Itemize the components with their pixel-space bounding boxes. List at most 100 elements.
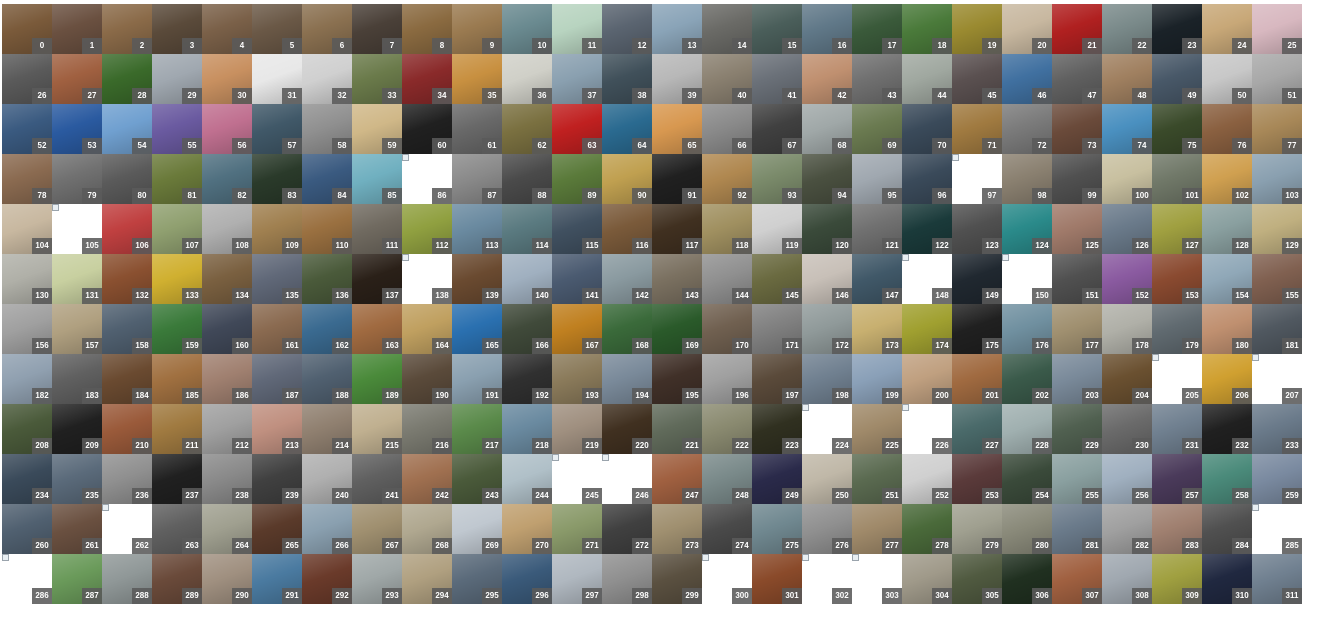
image-thumbnail[interactable]: 258 [1202, 454, 1252, 504]
image-thumbnail[interactable]: 6 [302, 4, 352, 54]
image-thumbnail[interactable]: 33 [352, 54, 402, 104]
broken-image-thumbnail[interactable]: 148 [902, 254, 952, 304]
image-thumbnail[interactable]: 261 [52, 504, 102, 554]
image-thumbnail[interactable]: 64 [602, 104, 652, 154]
image-thumbnail[interactable]: 192 [502, 354, 552, 404]
image-thumbnail[interactable]: 132 [102, 254, 152, 304]
image-thumbnail[interactable]: 106 [102, 204, 152, 254]
image-thumbnail[interactable]: 0 [2, 4, 52, 54]
image-thumbnail[interactable]: 307 [1052, 554, 1102, 604]
image-thumbnail[interactable]: 147 [852, 254, 902, 304]
image-thumbnail[interactable]: 230 [1102, 404, 1152, 454]
image-thumbnail[interactable]: 29 [152, 54, 202, 104]
image-thumbnail[interactable]: 250 [802, 454, 852, 504]
image-thumbnail[interactable]: 196 [702, 354, 752, 404]
image-thumbnail[interactable]: 20 [1002, 4, 1052, 54]
image-thumbnail[interactable]: 173 [852, 304, 902, 354]
image-thumbnail[interactable]: 282 [1102, 504, 1152, 554]
image-thumbnail[interactable]: 77 [1252, 104, 1302, 154]
image-thumbnail[interactable]: 40 [702, 54, 752, 104]
image-thumbnail[interactable]: 162 [302, 304, 352, 354]
image-thumbnail[interactable]: 231 [1152, 404, 1202, 454]
image-thumbnail[interactable]: 237 [152, 454, 202, 504]
image-thumbnail[interactable]: 197 [752, 354, 802, 404]
image-thumbnail[interactable]: 74 [1102, 104, 1152, 154]
image-thumbnail[interactable]: 39 [652, 54, 702, 104]
image-thumbnail[interactable]: 306 [1002, 554, 1052, 604]
image-thumbnail[interactable]: 149 [952, 254, 1002, 304]
image-thumbnail[interactable]: 30 [202, 54, 252, 104]
image-thumbnail[interactable]: 9 [452, 4, 502, 54]
image-thumbnail[interactable]: 260 [2, 504, 52, 554]
image-thumbnail[interactable]: 72 [1002, 104, 1052, 154]
image-thumbnail[interactable]: 99 [1052, 154, 1102, 204]
image-thumbnail[interactable]: 95 [852, 154, 902, 204]
image-thumbnail[interactable]: 257 [1152, 454, 1202, 504]
broken-image-thumbnail[interactable]: 207 [1252, 354, 1302, 404]
broken-image-thumbnail[interactable]: 138 [402, 254, 452, 304]
broken-image-thumbnail[interactable]: 245 [552, 454, 602, 504]
image-thumbnail[interactable]: 206 [1202, 354, 1252, 404]
image-thumbnail[interactable]: 126 [1102, 204, 1152, 254]
image-thumbnail[interactable]: 25 [1252, 4, 1302, 54]
image-thumbnail[interactable]: 28 [102, 54, 152, 104]
broken-image-thumbnail[interactable]: 97 [952, 154, 1002, 204]
image-thumbnail[interactable]: 63 [552, 104, 602, 154]
image-thumbnail[interactable]: 84 [302, 154, 352, 204]
image-thumbnail[interactable]: 268 [402, 504, 452, 554]
image-thumbnail[interactable]: 13 [652, 4, 702, 54]
image-thumbnail[interactable]: 32 [302, 54, 352, 104]
image-thumbnail[interactable]: 240 [302, 454, 352, 504]
image-thumbnail[interactable]: 36 [502, 54, 552, 104]
image-thumbnail[interactable]: 66 [702, 104, 752, 154]
image-thumbnail[interactable]: 232 [1202, 404, 1252, 454]
image-thumbnail[interactable]: 276 [802, 504, 852, 554]
image-thumbnail[interactable]: 41 [752, 54, 802, 104]
image-thumbnail[interactable]: 16 [802, 4, 852, 54]
image-thumbnail[interactable]: 168 [602, 304, 652, 354]
image-thumbnail[interactable]: 193 [552, 354, 602, 404]
image-thumbnail[interactable]: 271 [552, 504, 602, 554]
image-thumbnail[interactable]: 269 [452, 504, 502, 554]
image-thumbnail[interactable]: 83 [252, 154, 302, 204]
image-thumbnail[interactable]: 137 [352, 254, 402, 304]
image-thumbnail[interactable]: 273 [652, 504, 702, 554]
image-thumbnail[interactable]: 46 [1002, 54, 1052, 104]
image-thumbnail[interactable]: 71 [952, 104, 1002, 154]
image-thumbnail[interactable]: 292 [302, 554, 352, 604]
image-thumbnail[interactable]: 82 [202, 154, 252, 204]
image-thumbnail[interactable]: 187 [252, 354, 302, 404]
image-thumbnail[interactable]: 57 [252, 104, 302, 154]
image-thumbnail[interactable]: 43 [852, 54, 902, 104]
image-thumbnail[interactable]: 310 [1202, 554, 1252, 604]
image-thumbnail[interactable]: 166 [502, 304, 552, 354]
image-thumbnail[interactable]: 270 [502, 504, 552, 554]
image-thumbnail[interactable]: 48 [1102, 54, 1152, 104]
image-thumbnail[interactable]: 212 [202, 404, 252, 454]
image-thumbnail[interactable]: 227 [952, 404, 1002, 454]
image-thumbnail[interactable]: 18 [902, 4, 952, 54]
image-thumbnail[interactable]: 92 [702, 154, 752, 204]
image-thumbnail[interactable]: 221 [652, 404, 702, 454]
image-thumbnail[interactable]: 61 [452, 104, 502, 154]
image-thumbnail[interactable]: 93 [752, 154, 802, 204]
image-thumbnail[interactable]: 78 [2, 154, 52, 204]
image-thumbnail[interactable]: 174 [902, 304, 952, 354]
image-thumbnail[interactable]: 290 [202, 554, 252, 604]
image-thumbnail[interactable]: 239 [252, 454, 302, 504]
image-thumbnail[interactable]: 31 [252, 54, 302, 104]
image-thumbnail[interactable]: 134 [202, 254, 252, 304]
image-thumbnail[interactable]: 50 [1202, 54, 1252, 104]
image-thumbnail[interactable]: 73 [1052, 104, 1102, 154]
image-thumbnail[interactable]: 85 [352, 154, 402, 204]
image-thumbnail[interactable]: 190 [402, 354, 452, 404]
image-thumbnail[interactable]: 254 [1002, 454, 1052, 504]
image-thumbnail[interactable]: 53 [52, 104, 102, 154]
image-thumbnail[interactable]: 194 [602, 354, 652, 404]
image-thumbnail[interactable]: 251 [852, 454, 902, 504]
image-thumbnail[interactable]: 172 [802, 304, 852, 354]
image-thumbnail[interactable]: 58 [302, 104, 352, 154]
image-thumbnail[interactable]: 96 [902, 154, 952, 204]
image-thumbnail[interactable]: 129 [1252, 204, 1302, 254]
image-thumbnail[interactable]: 171 [752, 304, 802, 354]
